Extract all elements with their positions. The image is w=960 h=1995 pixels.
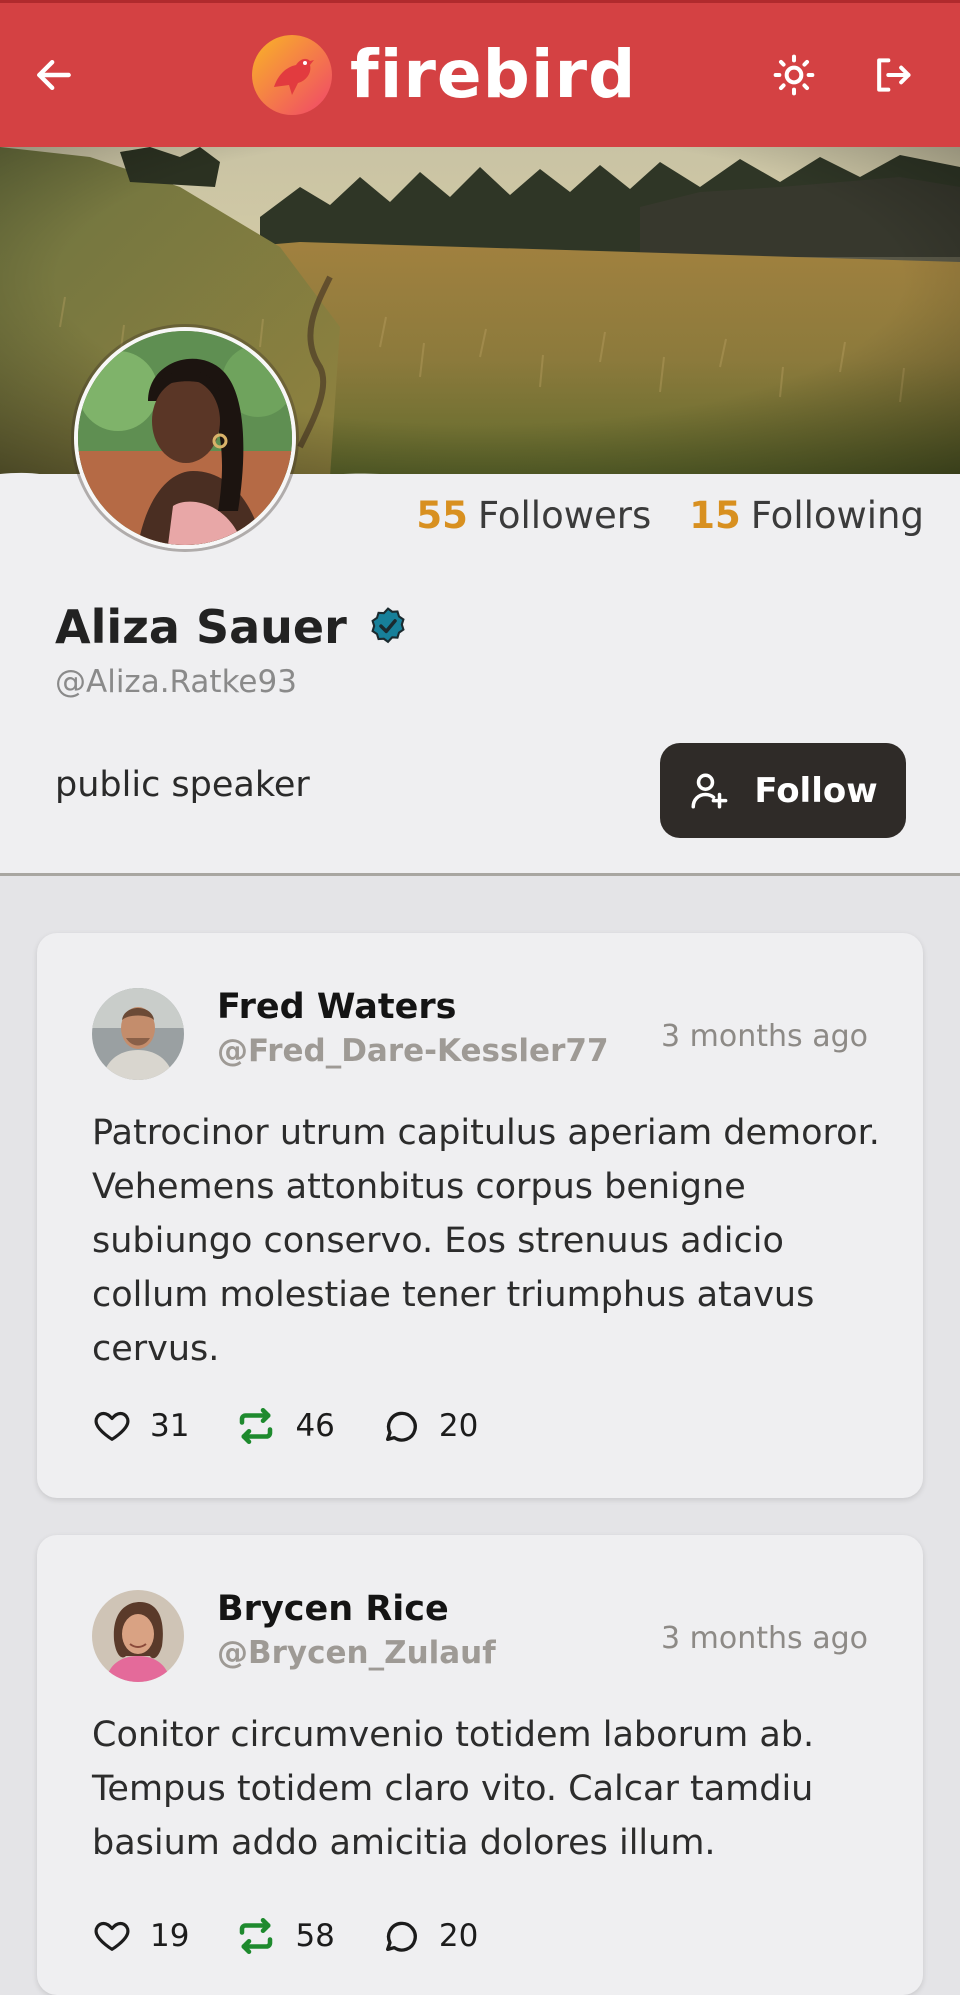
logout-button[interactable] — [862, 45, 922, 105]
theme-toggle-button[interactable] — [764, 45, 824, 105]
repost-count: 58 — [295, 1918, 335, 1954]
like-button[interactable]: 31 — [92, 1406, 189, 1446]
comment-count: 20 — [438, 1408, 479, 1444]
repost-icon — [240, 1917, 273, 1955]
followers-count: 55 — [416, 494, 468, 537]
post-timestamp: 3 months ago — [661, 1019, 868, 1054]
sun-icon — [773, 54, 815, 96]
back-button[interactable] — [24, 45, 84, 105]
profile-avatar[interactable] — [74, 327, 296, 549]
post-author-name[interactable]: Brycen Rice — [217, 1589, 449, 1629]
followers-stat[interactable]: 55 Followers — [416, 494, 651, 537]
profile-name: Aliza Sauer — [55, 600, 347, 654]
post-body: Conitor circumvenio totidem laborum ab. … — [92, 1715, 815, 1863]
post-author-handle[interactable]: @Fred_Dare-Kessler77 — [217, 1033, 609, 1069]
brand[interactable]: firebird — [252, 33, 636, 117]
like-count: 31 — [150, 1408, 190, 1444]
comment-icon — [385, 1921, 417, 1952]
post-actions: 19 58 20 — [92, 1915, 524, 1957]
post-author-handle[interactable]: @Brycen_Zulauf — [217, 1635, 496, 1671]
repost-count: 46 — [295, 1408, 335, 1444]
firebird-logo-icon — [252, 35, 332, 115]
comment-count: 20 — [438, 1918, 479, 1954]
app-header: firebird — [0, 0, 960, 147]
repost-button[interactable]: 58 — [235, 1915, 335, 1957]
follow-button-label: Follow — [754, 770, 878, 811]
followers-label: Followers — [477, 494, 652, 537]
post-timestamp: 3 months ago — [661, 1621, 868, 1656]
comment-icon — [385, 1411, 417, 1442]
post-card[interactable]: Fred Waters @Fred_Dare-Kessler77 3 month… — [37, 933, 923, 1498]
following-label: Following — [750, 494, 924, 537]
arrow-left-icon — [37, 59, 71, 91]
verified-badge-icon — [371, 607, 405, 644]
following-stat[interactable]: 15 Following — [689, 494, 924, 537]
post-actions: 31 46 20 — [92, 1405, 524, 1447]
heart-icon — [94, 1921, 130, 1951]
like-count: 19 — [150, 1918, 190, 1954]
user-plus-icon — [691, 773, 728, 808]
post-author-avatar[interactable] — [92, 1590, 184, 1682]
post-card[interactable]: Brycen Rice @Brycen_Zulauf 3 months ago … — [37, 1535, 923, 1995]
heart-icon — [94, 1411, 130, 1441]
post-author-name[interactable]: Fred Waters — [217, 987, 456, 1027]
following-count: 15 — [689, 494, 741, 537]
like-button[interactable]: 19 — [92, 1916, 189, 1956]
post-author-avatar[interactable] — [92, 988, 184, 1080]
profile-name-row: Aliza Sauer — [55, 600, 409, 654]
profile-handle: @Aliza.Ratke93 — [55, 664, 297, 700]
comment-button[interactable]: 20 — [381, 1406, 478, 1446]
logout-icon — [877, 58, 911, 92]
profile-bio: public speaker — [55, 765, 310, 805]
follow-button[interactable]: Follow — [660, 743, 906, 838]
repost-button[interactable]: 46 — [235, 1405, 335, 1447]
comment-button[interactable]: 20 — [381, 1916, 478, 1956]
post-body: Patrocinor utrum capitulus aperiam demor… — [92, 1113, 880, 1369]
brand-name: firebird — [350, 36, 637, 113]
repost-icon — [240, 1407, 273, 1445]
profile-stats: 55 Followers 15 Following — [416, 494, 924, 537]
